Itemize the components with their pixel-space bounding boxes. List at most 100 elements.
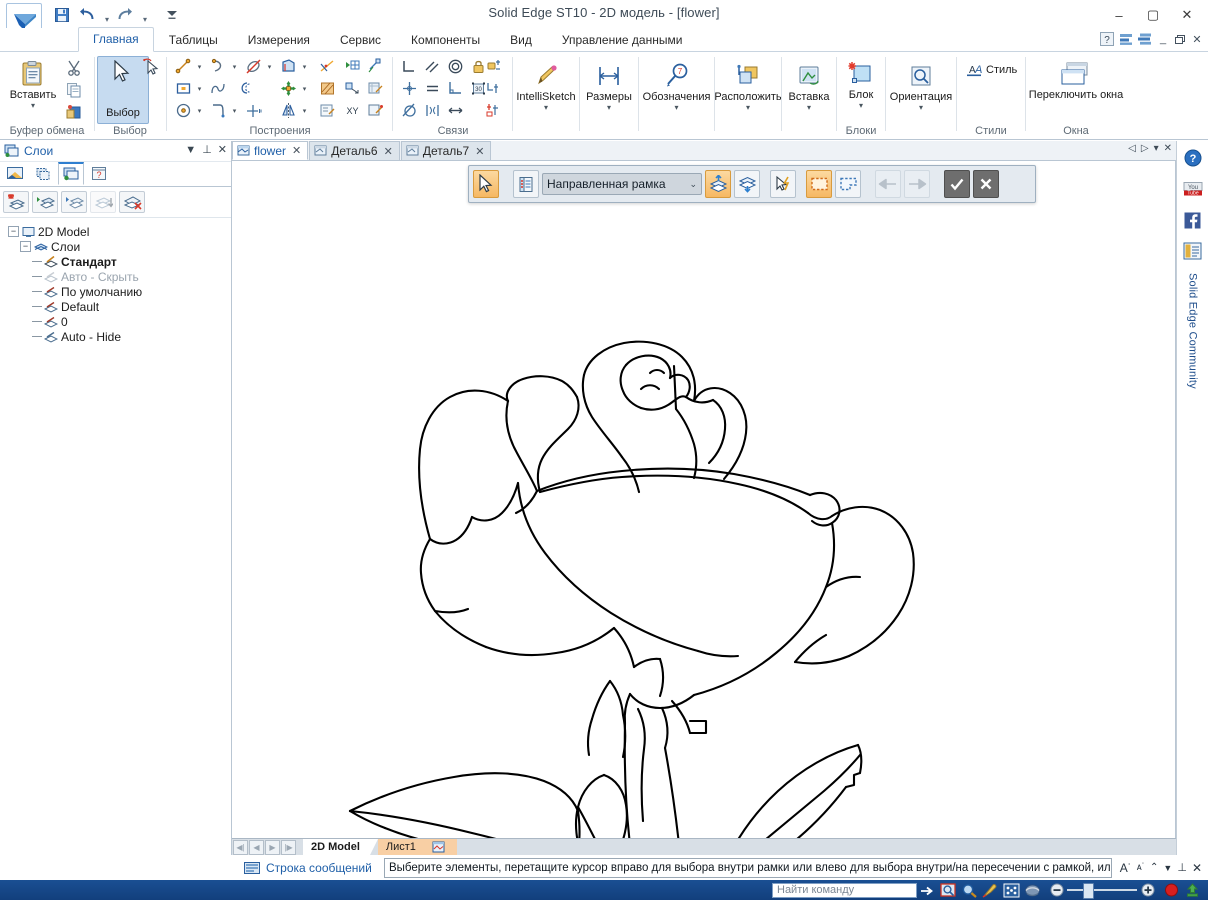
switch-windows-button[interactable]: Переключить окна: [1029, 56, 1123, 104]
close-button[interactable]: ✕: [1192, 861, 1202, 875]
expander-icon[interactable]: −: [8, 226, 19, 237]
cancel-button[interactable]: [973, 170, 999, 198]
curve-tool-icon[interactable]: [207, 78, 229, 99]
library-tab[interactable]: [2, 162, 28, 185]
find-command-input[interactable]: Найти команду: [772, 882, 917, 898]
fillet-tool-caret[interactable]: ▾: [230, 100, 239, 121]
edit-sketch-icon[interactable]: [364, 78, 386, 99]
tree-root-2d-model[interactable]: − 2D Model: [6, 224, 231, 239]
rotate-icon[interactable]: [1023, 882, 1042, 899]
intellisketch-caret[interactable]: ▾: [544, 104, 548, 112]
new-layer-button[interactable]: [3, 191, 29, 213]
relate-concentric-icon[interactable]: [444, 56, 466, 77]
inner-close-button[interactable]: ✕: [1190, 31, 1204, 47]
fill-region-caret[interactable]: ▾: [300, 56, 309, 77]
fillet-chain-icon[interactable]: [316, 56, 338, 77]
select-arrow-tool[interactable]: [473, 170, 499, 198]
hatch-icon[interactable]: [316, 78, 338, 99]
doc-tab-flower[interactable]: flower ✕: [232, 141, 309, 160]
drawing-canvas[interactable]: Направленная рамка ⌄: [232, 161, 1176, 838]
relate-symmetric-icon[interactable]: [421, 100, 443, 121]
ribbon-cascade-icon[interactable]: [1137, 31, 1153, 47]
rectangle-tool-caret[interactable]: ▾: [195, 78, 204, 99]
tab-upravlenie-dannymi[interactable]: Управление данными: [547, 28, 698, 52]
previous-button[interactable]: [875, 170, 901, 198]
orientation-caret[interactable]: ▾: [919, 104, 923, 112]
arrange-caret[interactable]: ▾: [746, 104, 750, 112]
tab-servis[interactable]: Сервис: [325, 28, 396, 52]
relate-perpendicular-icon[interactable]: [398, 56, 420, 77]
move-tool-icon[interactable]: [277, 78, 299, 99]
circle-tool-caret[interactable]: ▾: [195, 100, 204, 121]
relationship-assistant-icon[interactable]: [482, 100, 504, 121]
doc-tabs-prev-icon[interactable]: ◁: [1128, 143, 1136, 154]
mirror-tool-caret[interactable]: ▾: [300, 100, 309, 121]
line-tool-caret[interactable]: ▾: [195, 56, 204, 77]
tab-glavnaya[interactable]: Главная: [78, 27, 154, 52]
tab-izmereniya[interactable]: Измерения: [233, 28, 325, 52]
selection-mode-select[interactable]: Направленная рамка ⌄: [542, 173, 702, 195]
expander-icon[interactable]: −: [20, 241, 31, 252]
mirror-tool-icon[interactable]: [277, 100, 299, 121]
select-all-layers-button[interactable]: [705, 170, 731, 198]
blocks-tab[interactable]: [30, 162, 56, 185]
accept-button[interactable]: [944, 170, 970, 198]
tab-komponenty[interactable]: Компоненты: [396, 28, 495, 52]
zoom-area-icon[interactable]: [960, 882, 979, 899]
tree-group-layers[interactable]: − Слои: [6, 239, 231, 254]
insert-table-icon[interactable]: [341, 56, 363, 77]
dropdown-button[interactable]: ▼: [1163, 863, 1172, 873]
insert-button[interactable]: Вставка ▾: [784, 58, 834, 115]
rectangle-tool-icon[interactable]: [172, 78, 194, 99]
relate-parallel-icon[interactable]: [421, 56, 443, 77]
doc-tabs-close-icon[interactable]: ✕: [1164, 143, 1172, 154]
relate-connect-icon[interactable]: [398, 78, 420, 99]
dimensions-button[interactable]: Размеры ▾: [582, 58, 636, 115]
facebook-icon[interactable]: [1182, 209, 1204, 231]
ribbon-display-options-icon[interactable]: [1118, 31, 1134, 47]
sheet-prev-button[interactable]: ◀: [249, 839, 264, 855]
paste-special-icon[interactable]: [63, 101, 85, 122]
move-to-layer-button[interactable]: [90, 191, 116, 213]
fill-region-icon[interactable]: [277, 56, 299, 77]
upload-icon[interactable]: [1183, 882, 1202, 899]
doc-tab-close-icon[interactable]: ✕: [384, 145, 393, 158]
increase-font-size-button[interactable]: A˙: [1120, 861, 1132, 875]
relate-distance-icon[interactable]: [444, 100, 466, 121]
tree-item-layer[interactable]: 0: [6, 314, 231, 329]
sheet-tab-2d-model[interactable]: 2D Model: [303, 839, 370, 855]
panel-autohide-menu-icon[interactable]: ▼: [185, 143, 196, 157]
select-similar-icon[interactable]: [141, 56, 163, 77]
smart-select-button[interactable]: [770, 170, 796, 198]
layers-tab[interactable]: [58, 162, 84, 185]
overlap-fence-button[interactable]: [835, 170, 861, 198]
select-active-layer-button[interactable]: [734, 170, 760, 198]
close-button[interactable]: ✕: [1170, 3, 1204, 27]
minimize-button[interactable]: –: [1102, 3, 1136, 27]
hide-layer-button[interactable]: [61, 191, 87, 213]
annotations-button[interactable]: 7 Обозначения ▾: [641, 58, 712, 115]
help-icon[interactable]: ?: [1182, 147, 1204, 169]
doc-tab-detal7[interactable]: Деталь7 ✕: [400, 141, 492, 160]
youtube-icon[interactable]: You Tube: [1182, 178, 1204, 200]
tree-item-layer[interactable]: Авто - Скрыть: [6, 269, 231, 284]
sheet-next-button[interactable]: ▶: [265, 839, 280, 855]
orientation-button[interactable]: Ориентация ▾: [888, 58, 954, 115]
maintain-relationships-icon[interactable]: [482, 56, 504, 77]
insert-caret[interactable]: ▾: [807, 104, 811, 112]
trim-tool-caret[interactable]: ▾: [265, 56, 274, 77]
inner-restore-button[interactable]: [1173, 31, 1187, 47]
doc-tab-detal6[interactable]: Деталь6 ✕: [309, 141, 400, 160]
collapse-button[interactable]: ⌃: [1150, 862, 1158, 873]
tree-item-layer[interactable]: Default: [6, 299, 231, 314]
extend-icon[interactable]: [341, 78, 363, 99]
dimensions-caret[interactable]: ▾: [607, 104, 611, 112]
zoom-slider-thumb[interactable]: [1083, 883, 1094, 899]
decrease-font-size-button[interactable]: ᴀ˙: [1137, 862, 1145, 873]
pan-icon[interactable]: [1002, 882, 1021, 899]
paste-button[interactable]: Вставить ▾: [6, 56, 60, 113]
doc-tab-close-icon[interactable]: ✕: [475, 145, 484, 158]
tree-item-layer[interactable]: По умолчанию: [6, 284, 231, 299]
find-command-go-icon[interactable]: [918, 882, 937, 899]
sheet-first-button[interactable]: ◀|: [233, 839, 248, 855]
